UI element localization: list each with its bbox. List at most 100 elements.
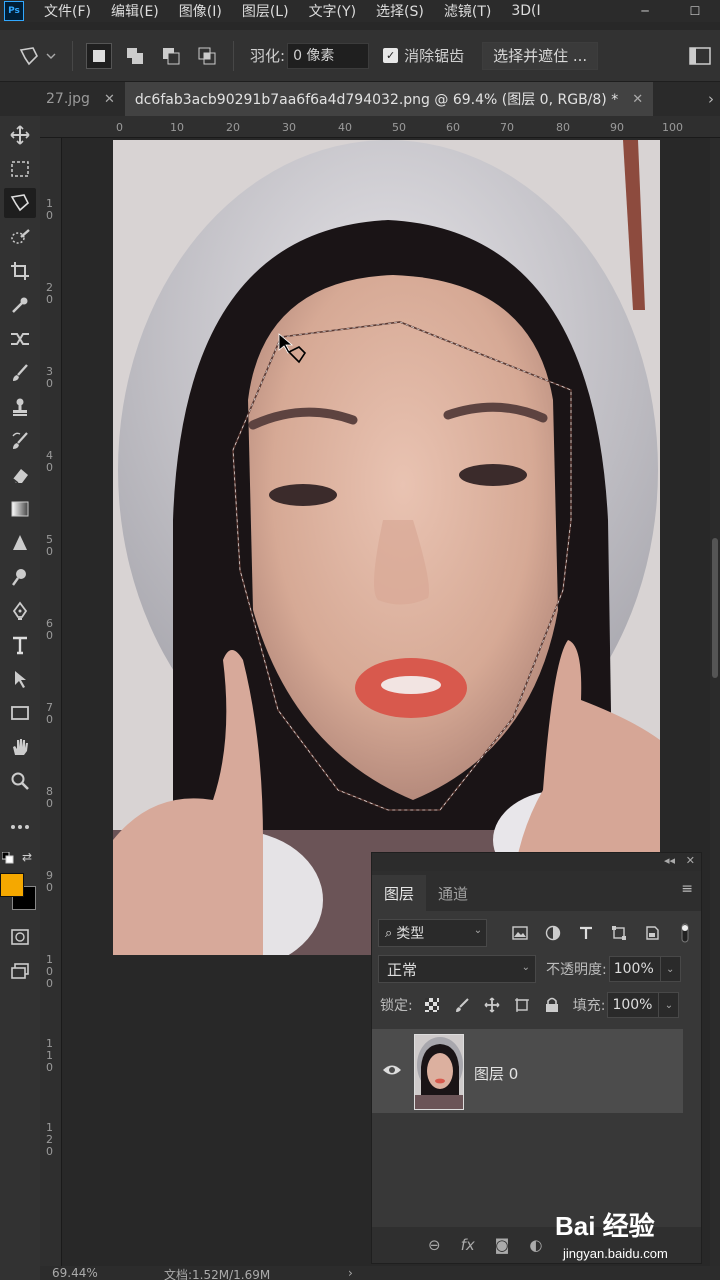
zoom-tool-icon[interactable]	[4, 766, 36, 796]
filter-shape-icon[interactable]	[608, 922, 629, 944]
status-bar: 69.44% 文档:1.52M/1.69M ›	[40, 1266, 720, 1280]
crop-tool-icon[interactable]	[4, 256, 36, 286]
filter-adjustment-icon[interactable]	[542, 922, 563, 944]
filter-type-icon[interactable]	[575, 922, 596, 944]
separator	[72, 40, 73, 71]
swap-colors-icon[interactable]: ⇄	[22, 850, 32, 864]
opacity-input[interactable]: 100%	[608, 956, 661, 982]
zoom-level[interactable]: 69.44%	[52, 1266, 98, 1280]
quick-select-tool-icon[interactable]	[4, 222, 36, 252]
quick-mask-icon[interactable]	[4, 922, 36, 952]
adjustment-icon[interactable]: ◐	[529, 1236, 542, 1254]
menu-3d[interactable]: 3D(I	[511, 3, 540, 19]
layer-name[interactable]: 图层 0	[474, 1063, 518, 1084]
foreground-color-swatch[interactable]	[0, 873, 24, 897]
polygonal-lasso-preset-icon[interactable]	[10, 36, 64, 76]
fx-icon[interactable]: fx	[461, 1236, 475, 1254]
menu-layer[interactable]: 图层(L)	[242, 1, 289, 21]
search-icon: ⌕	[385, 925, 393, 941]
lock-brush-icon[interactable]	[451, 994, 473, 1016]
maximize-icon[interactable]: ☐	[670, 0, 720, 22]
chevron-right-icon[interactable]: ›	[348, 1266, 353, 1280]
path-selection-tool-icon[interactable]	[4, 664, 36, 694]
blend-row: 正常 ⌄ 不透明度: 100% ⌄	[372, 951, 701, 987]
watermark-logo: Bai 经验	[555, 1211, 655, 1241]
tab-layers[interactable]: 图层	[372, 875, 427, 911]
tab-channels[interactable]: 通道	[426, 875, 480, 911]
eye-visibility-icon[interactable]	[382, 1063, 402, 1081]
marquee-tool-icon[interactable]	[4, 154, 36, 184]
chevron-down-icon[interactable]: ⌄	[660, 956, 681, 982]
lock-artboard-icon[interactable]	[511, 994, 533, 1016]
tab-27-jpg[interactable]: 27.jpg ✕	[0, 82, 125, 116]
tab-label: 27.jpg	[46, 91, 90, 107]
select-and-mask-button[interactable]: 选择并遮住 ...	[482, 41, 599, 70]
tab-active-document[interactable]: dc6fab3acb90291b7aa6f6a4d794032.png @ 69…	[124, 82, 654, 116]
watermark-site: jingyan.baidu.com	[563, 1246, 668, 1261]
antialias-checkbox[interactable]: ✓	[383, 48, 399, 63]
feather-input[interactable]: 0 像素	[287, 42, 370, 69]
chevron-down-icon[interactable]: ⌄	[659, 992, 680, 1018]
subtract-selection-icon[interactable]	[158, 43, 184, 69]
layer-thumbnail	[414, 1034, 464, 1110]
filter-toggle-icon[interactable]	[674, 922, 695, 944]
menu-select[interactable]: 选择(S)	[376, 1, 424, 21]
minimize-icon[interactable]: ─	[620, 0, 670, 22]
new-selection-icon[interactable]	[86, 42, 112, 69]
layer-filter-select[interactable]: ⌕ 类型 ⌄	[378, 919, 488, 947]
close-icon[interactable]: ✕	[104, 92, 115, 107]
menu-type[interactable]: 文字(Y)	[309, 1, 356, 21]
collapse-panel-icon[interactable]: ◂◂	[664, 854, 675, 867]
ruler-vertical: 1 0 2 0 3 0 4 0 5 0 6 0 7 0 8 0 9 0 1 0 …	[40, 138, 62, 1280]
vertical-scrollbar[interactable]	[710, 138, 720, 1268]
brush-tool-icon[interactable]	[4, 358, 36, 388]
link-icon[interactable]: ⊖	[428, 1236, 441, 1254]
dodge-tool-icon[interactable]	[4, 562, 36, 592]
type-tool-icon[interactable]	[4, 630, 36, 660]
mask-icon[interactable]: ◙	[495, 1236, 510, 1254]
workspace-icon[interactable]	[680, 42, 720, 70]
healing-brush-tool-icon[interactable]	[4, 324, 36, 354]
eraser-tool-icon[interactable]	[4, 460, 36, 490]
blend-mode-select[interactable]: 正常 ⌄	[378, 955, 536, 983]
default-colors-icon[interactable]	[1, 851, 14, 868]
hand-tool-icon[interactable]	[4, 732, 36, 762]
eyedropper-tool-icon[interactable]	[4, 290, 36, 320]
ruler-tick: 1 0	[46, 197, 53, 222]
rectangle-tool-icon[interactable]	[4, 698, 36, 728]
filter-smart-object-icon[interactable]	[641, 922, 662, 944]
menu-edit[interactable]: 编辑(E)	[111, 1, 159, 21]
add-selection-icon[interactable]	[122, 43, 148, 69]
chevron-right-icon[interactable]: ›	[708, 90, 714, 108]
ruler-tick: 50	[392, 121, 406, 134]
ruler-tick: 0	[116, 121, 123, 134]
lock-transparent-icon[interactable]	[421, 994, 443, 1016]
opacity-label: 不透明度:	[546, 962, 607, 978]
close-icon[interactable]: ✕	[632, 92, 643, 107]
menu-image[interactable]: 图像(I)	[179, 1, 222, 21]
scrollbar-thumb[interactable]	[712, 538, 718, 678]
more-tools-icon[interactable]	[4, 812, 36, 842]
pen-tool-icon[interactable]	[4, 596, 36, 626]
document-canvas-image[interactable]	[113, 140, 660, 955]
intersect-selection-icon[interactable]	[194, 43, 220, 69]
gradient-tool-icon[interactable]	[4, 494, 36, 524]
fill-input[interactable]: 100%	[607, 992, 660, 1018]
polygonal-lasso-tool-icon[interactable]	[4, 188, 36, 218]
menu-filter[interactable]: 滤镜(T)	[444, 1, 491, 21]
blur-tool-icon[interactable]	[4, 528, 36, 558]
layer-row[interactable]: 图层 0	[372, 1029, 683, 1113]
lock-position-icon[interactable]	[481, 994, 503, 1016]
close-icon[interactable]: ✕	[686, 854, 695, 867]
panel-menu-icon[interactable]: ≡	[681, 881, 693, 897]
clone-stamp-tool-icon[interactable]	[4, 392, 36, 422]
history-brush-tool-icon[interactable]	[4, 426, 36, 456]
lock-all-icon[interactable]	[541, 994, 563, 1016]
ruler-tick: 5 0	[46, 533, 53, 558]
photoshop-logo: Ps	[4, 1, 24, 21]
move-tool-icon[interactable]	[4, 120, 36, 150]
menu-file[interactable]: 文件(F)	[44, 1, 91, 21]
filter-pixel-icon[interactable]	[509, 922, 530, 944]
ruler-tick: 90	[610, 121, 624, 134]
screen-mode-icon[interactable]	[4, 956, 36, 986]
